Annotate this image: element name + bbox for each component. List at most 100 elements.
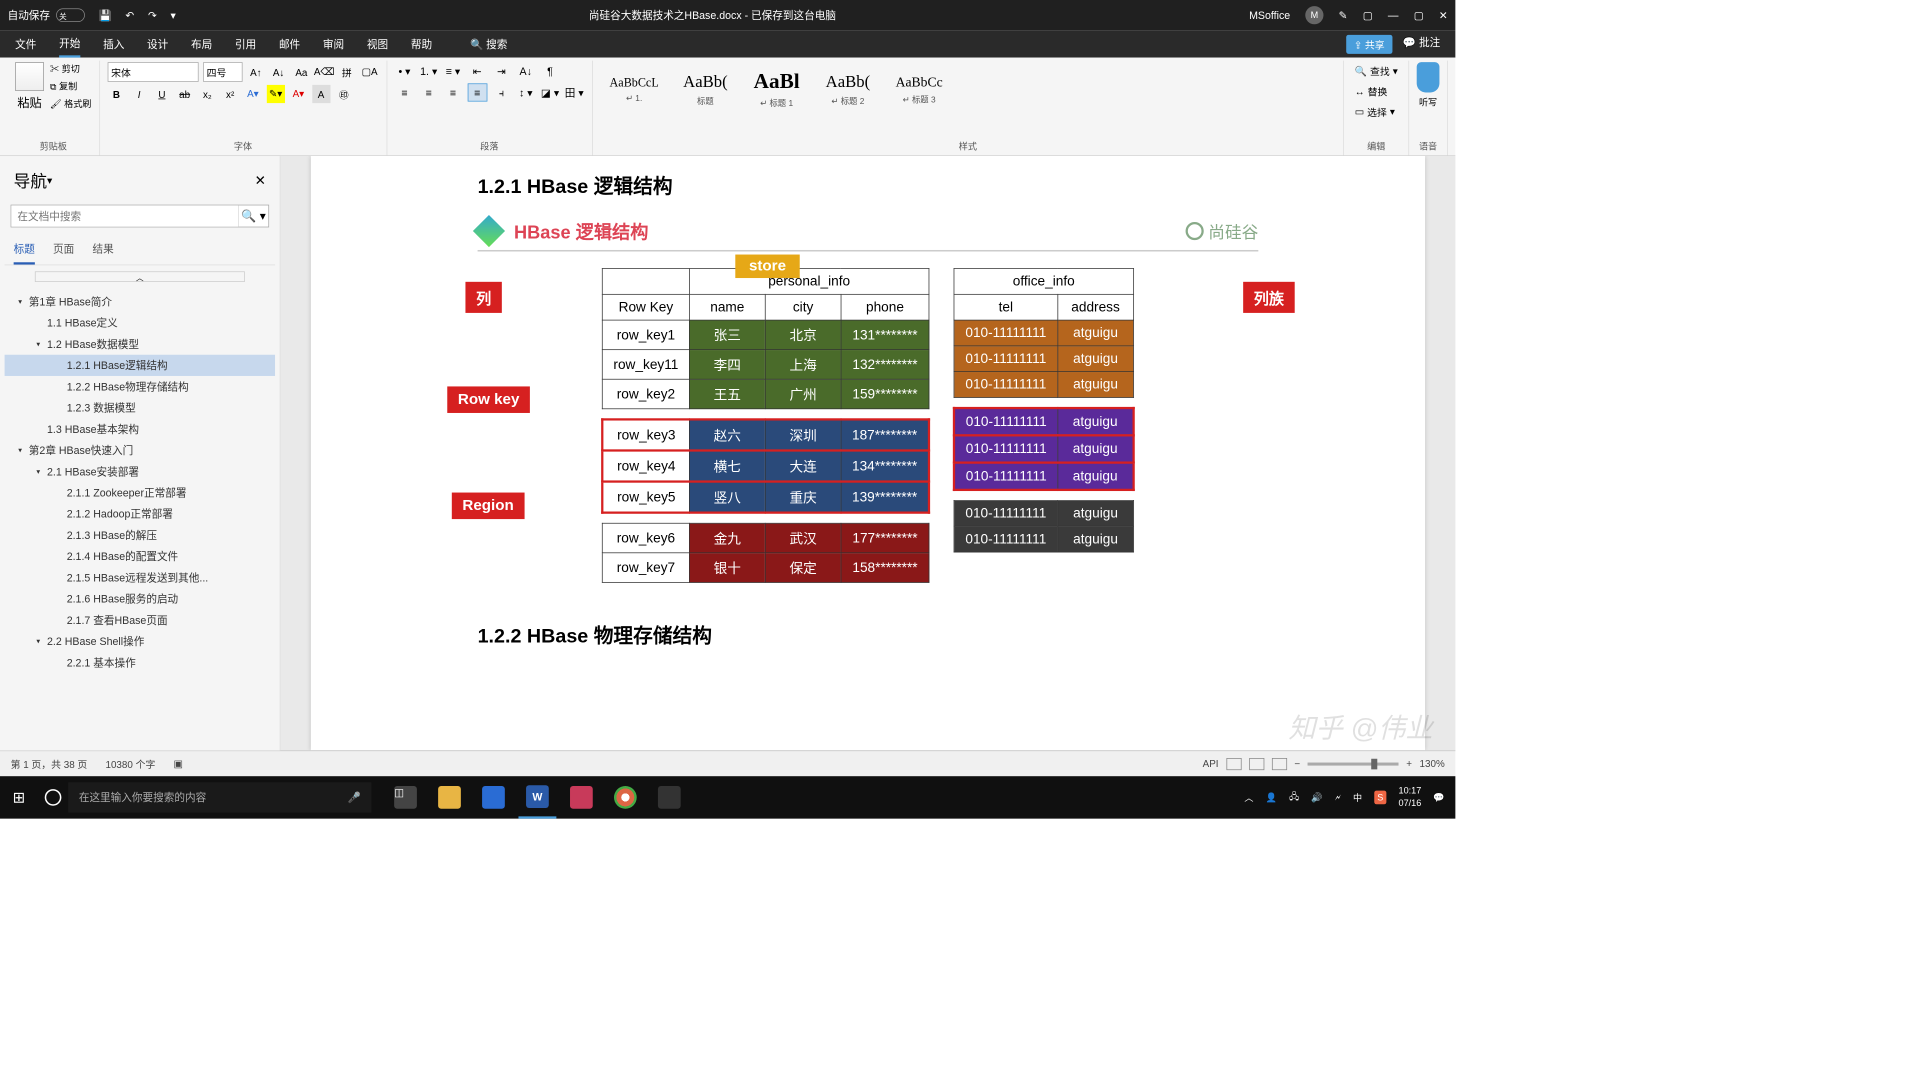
zoom-in-icon[interactable]: + [1406, 758, 1412, 769]
nav-tab-pages[interactable]: 页面 [53, 235, 74, 265]
zoom-slider[interactable] [1308, 762, 1399, 765]
volume-icon[interactable]: 🔊 [1311, 792, 1322, 803]
nav-tree-item[interactable]: 2.1.7 查看HBase页面 [5, 609, 276, 630]
format-painter-button[interactable]: 🖌 格式刷 [50, 97, 91, 110]
borders-icon[interactable]: 田 ▾ [564, 83, 584, 101]
text-effects-icon[interactable]: A▾ [244, 85, 262, 103]
select-button[interactable]: ▭ 选择 ▾ [1352, 103, 1401, 120]
pen-icon[interactable]: ✎ [1339, 9, 1348, 22]
line-spacing-icon[interactable]: ↕ ▾ [516, 83, 536, 101]
nav-tab-headings[interactable]: 标题 [14, 235, 35, 265]
style-item[interactable]: AaBb(↵ 标题 2 [814, 62, 882, 117]
nav-tree-item[interactable]: ▾2.2 HBase Shell操作 [5, 631, 276, 652]
people-icon[interactable]: 👤 [1266, 792, 1277, 803]
chrome-icon[interactable] [606, 776, 644, 818]
redo-icon[interactable]: ↷ [148, 9, 157, 22]
nav-expander[interactable]: ︿ [35, 271, 245, 282]
tab-references[interactable]: 引用 [235, 32, 256, 56]
style-item[interactable]: AaBb(标题 [671, 62, 739, 117]
style-item[interactable]: AaBbCc↵ 标题 3 [885, 62, 953, 117]
web-layout-icon[interactable] [1272, 758, 1287, 770]
bullets-icon[interactable]: • ▾ [395, 62, 415, 80]
align-justify-icon[interactable]: ≡ [467, 83, 487, 101]
superscript-button[interactable]: x² [221, 85, 239, 103]
nav-search-icon[interactable]: 🔍 ▾ [238, 205, 268, 226]
font-name-combo[interactable] [107, 62, 198, 82]
nav-tree-item[interactable]: 2.1.2 Hadoop正常部署 [5, 503, 276, 524]
search-tell-me[interactable]: 🔍 搜索 [470, 32, 507, 56]
taskbar-search[interactable]: 在这里输入你要搜索的内容 🎤 [68, 782, 371, 812]
file-explorer-icon[interactable] [431, 776, 469, 818]
tab-layout[interactable]: 布局 [191, 32, 212, 56]
appstore-icon[interactable] [475, 776, 513, 818]
nav-tree-item[interactable]: 1.3 HBase基本架构 [5, 418, 276, 439]
indent-icon[interactable]: ⇥ [492, 62, 512, 80]
bold-button[interactable]: B [107, 85, 125, 103]
tab-mailings[interactable]: 邮件 [279, 32, 300, 56]
nav-tree-item[interactable]: 1.2.3 数据模型 [5, 397, 276, 418]
tab-view[interactable]: 视图 [367, 32, 388, 56]
nav-tree-item[interactable]: 2.1.1 Zookeeper正常部署 [5, 482, 276, 503]
nav-close-icon[interactable]: ✕ [255, 172, 266, 188]
underline-button[interactable]: U [153, 85, 171, 103]
macro-recorder-icon[interactable]: ▣ [174, 758, 183, 770]
cut-button[interactable]: ✂ 剪切 [50, 62, 91, 75]
zoom-out-icon[interactable]: − [1294, 758, 1300, 769]
style-item[interactable]: AaBl↵ 标题 1 [743, 62, 811, 117]
page-status[interactable]: 第 1 页，共 38 页 [11, 756, 88, 770]
change-case-icon[interactable]: Aa [292, 63, 310, 81]
close-icon[interactable]: ✕ [1439, 9, 1448, 22]
task-view-icon[interactable]: ◫ [387, 776, 425, 818]
nav-tree-item[interactable]: ▾第1章 HBase简介 [5, 291, 276, 312]
nav-tree-item[interactable]: 2.1.3 HBase的解压 [5, 525, 276, 546]
find-button[interactable]: 🔍 查找 ▾ [1352, 62, 1401, 79]
distribute-icon[interactable]: ⫞ [492, 83, 512, 101]
nav-tree-item[interactable]: 1.2.2 HBase物理存储结构 [5, 376, 276, 397]
nav-tree-item[interactable]: ▾1.2 HBase数据模型 [5, 334, 276, 355]
italic-button[interactable]: I [130, 85, 148, 103]
intellij-icon[interactable] [562, 776, 600, 818]
battery-icon[interactable]: 🗲 [1335, 792, 1341, 803]
nav-tree-item[interactable]: 2.2.1 基本操作 [5, 652, 276, 673]
nav-tree-item[interactable]: ▾2.1 HBase安装部署 [5, 461, 276, 482]
char-shading-icon[interactable]: A [312, 85, 330, 103]
align-right-icon[interactable]: ≡ [443, 83, 463, 101]
show-marks-icon[interactable]: ¶ [540, 62, 560, 80]
shading-icon[interactable]: ◪ ▾ [540, 83, 560, 101]
tray-chevron-icon[interactable]: ︿ [1244, 791, 1253, 804]
nav-search-input[interactable] [11, 205, 238, 226]
word-count[interactable]: 10380 个字 [105, 756, 155, 770]
nav-tab-results[interactable]: 结果 [92, 235, 113, 265]
tab-help[interactable]: 帮助 [411, 32, 432, 56]
grow-font-icon[interactable]: A↑ [247, 63, 265, 81]
shrink-font-icon[interactable]: A↓ [270, 63, 288, 81]
zoom-level[interactable]: 130% [1420, 758, 1445, 769]
print-layout-icon[interactable] [1249, 758, 1264, 770]
autosave-toggle[interactable]: 关 [56, 8, 85, 22]
nav-tree-item[interactable]: 2.1.5 HBase远程发送到其他... [5, 567, 276, 588]
numbering-icon[interactable]: 1. ▾ [419, 62, 439, 80]
save-icon[interactable]: 💾 [99, 9, 112, 22]
tab-insert[interactable]: 插入 [103, 32, 124, 56]
comments-button[interactable]: 💬 批注 [1403, 34, 1440, 53]
dictate-icon[interactable] [1417, 62, 1440, 92]
maximize-icon[interactable]: ▢ [1414, 9, 1424, 22]
nav-tree-item[interactable]: 1.2.1 HBase逻辑结构 [5, 355, 276, 376]
align-center-icon[interactable]: ≡ [419, 83, 439, 101]
sogou-ime-icon[interactable]: S [1374, 791, 1386, 805]
nav-search-box[interactable]: 🔍 ▾ [11, 205, 269, 228]
ime-label[interactable]: 中 [1353, 791, 1362, 804]
subscript-button[interactable]: x₂ [198, 85, 216, 103]
nav-dropdown-icon[interactable]: ▾ [47, 174, 52, 187]
enclose-char-icon[interactable]: ㊞ [335, 85, 353, 103]
start-button[interactable]: ⊞ [0, 788, 38, 807]
sort-icon[interactable]: A↓ [516, 62, 536, 80]
tab-review[interactable]: 审阅 [323, 32, 344, 56]
terminal-icon[interactable] [650, 776, 688, 818]
undo-icon[interactable]: ↶ [125, 9, 134, 22]
system-clock[interactable]: 10:17 07/16 [1399, 786, 1422, 810]
clear-format-icon[interactable]: A⌫ [315, 63, 333, 81]
network-icon[interactable]: 🖧 [1289, 789, 1299, 805]
user-label[interactable]: MSoffice [1249, 9, 1290, 21]
tab-design[interactable]: 设计 [147, 32, 168, 56]
